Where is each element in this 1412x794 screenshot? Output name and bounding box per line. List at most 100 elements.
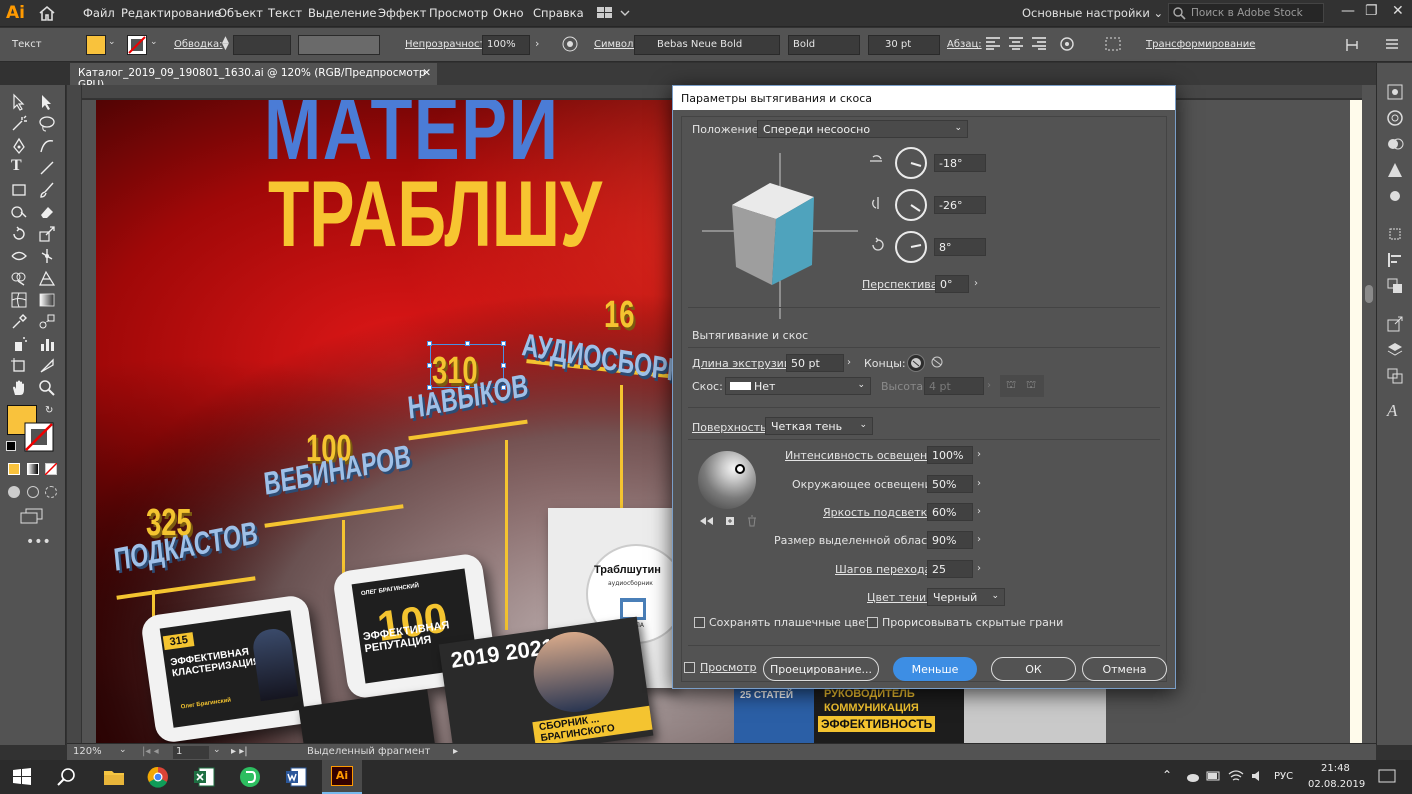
edit-toolbar-icon[interactable]: ••• xyxy=(26,534,51,550)
font-style-field[interactable]: Bold xyxy=(788,35,860,55)
excel-icon[interactable] xyxy=(192,765,216,789)
properties-icon[interactable] xyxy=(1386,83,1404,101)
transform-icon[interactable] xyxy=(1386,225,1404,243)
magic-wand-tool-icon[interactable] xyxy=(10,115,28,133)
selection-handle[interactable] xyxy=(501,341,506,346)
chrome-icon[interactable] xyxy=(146,765,170,789)
swap-colors-icon[interactable]: ↻ xyxy=(45,405,53,416)
tablet-mockup[interactable]: 315 ЭФФЕКТИВНАЯ КЛАСТЕРИЗАЦИЯ Олег Браги… xyxy=(139,593,325,743)
vertical-ruler[interactable] xyxy=(67,85,82,745)
scale-tool-icon[interactable] xyxy=(38,225,56,243)
selection-handle[interactable] xyxy=(427,341,432,346)
rotate-z-field[interactable]: 8° xyxy=(934,238,986,256)
workspace-switcher[interactable]: Основные настройки ⌄ xyxy=(1022,6,1163,20)
menu-type[interactable]: Текст xyxy=(268,6,302,20)
panel-menu-icon[interactable] xyxy=(1385,38,1399,50)
type-tool-icon[interactable]: T xyxy=(11,157,29,175)
clock-time[interactable]: 21:48 xyxy=(1321,763,1350,774)
menu-object[interactable]: Объект xyxy=(218,6,263,20)
extrude-depth-slider-button[interactable]: › xyxy=(844,354,858,372)
blend-tool-icon[interactable] xyxy=(38,313,56,331)
puppet-warp-tool-icon[interactable] xyxy=(38,247,56,265)
cancel-button[interactable]: Отмена xyxy=(1082,657,1167,681)
maximize-button[interactable]: ❐ xyxy=(1365,3,1378,19)
rotation-cube-preview[interactable] xyxy=(702,153,858,319)
character-panel-icon[interactable]: A xyxy=(1387,401,1397,421)
input-language[interactable]: РУС xyxy=(1274,771,1293,782)
artboard-tool-icon[interactable] xyxy=(10,357,28,375)
illustrator-taskbar-button[interactable]: Ai xyxy=(322,760,362,794)
file-explorer-icon[interactable] xyxy=(102,765,126,789)
align-left-icon[interactable] xyxy=(985,36,1001,50)
fill-swatch[interactable] xyxy=(86,35,106,55)
stroke-profile-field[interactable] xyxy=(298,35,380,55)
selection-handle[interactable] xyxy=(501,363,506,368)
artboards-icon[interactable] xyxy=(1386,367,1404,385)
menu-edit[interactable]: Редактирование xyxy=(121,6,221,20)
fewer-options-button[interactable]: Меньше xyxy=(893,657,977,681)
onedrive-icon[interactable] xyxy=(1184,770,1200,784)
surface-select[interactable]: Четкая тень ⌄ xyxy=(765,417,873,435)
ambient-light-slider-button[interactable]: › xyxy=(974,475,988,493)
shape-builder-tool-icon[interactable] xyxy=(10,269,28,287)
align-right-icon[interactable] xyxy=(1031,36,1047,50)
perspective-field[interactable]: 0° xyxy=(935,275,969,293)
blend-steps-field[interactable]: 25 xyxy=(927,560,973,578)
color-mode-icon[interactable] xyxy=(8,463,20,475)
show-hidden-icons[interactable]: ⌃ xyxy=(1162,768,1172,782)
dialog-title[interactable]: Параметры вытягивания и скоса xyxy=(673,86,1175,110)
lighting-sphere[interactable] xyxy=(698,451,756,509)
screen-mode-icon[interactable] xyxy=(20,508,44,524)
arrange-documents-icon[interactable] xyxy=(597,7,631,19)
selection-tool-icon[interactable] xyxy=(10,93,28,111)
direct-selection-tool-icon[interactable] xyxy=(38,93,56,111)
draw-behind-icon[interactable] xyxy=(27,486,39,498)
curvature-tool-icon[interactable] xyxy=(38,137,56,155)
new-light-icon[interactable] xyxy=(724,515,736,527)
line-tool-icon[interactable] xyxy=(38,159,56,177)
paintbrush-tool-icon[interactable] xyxy=(38,181,56,199)
rotate-tool-icon[interactable] xyxy=(10,225,28,243)
move-light-back-icon[interactable] xyxy=(698,515,716,527)
stepper-icon[interactable]: ▲ ▼ xyxy=(222,36,229,52)
default-colors-icon[interactable] xyxy=(6,441,16,451)
font-family-field[interactable]: Bebas Neue Bold xyxy=(634,35,780,55)
menu-window[interactable]: Окно xyxy=(493,6,524,20)
artwork-title-line2[interactable]: ТРАБЛШУ xyxy=(268,160,602,268)
brightness-icon[interactable] xyxy=(1386,187,1404,205)
preserve-spot-colors-checkbox[interactable] xyxy=(694,617,705,628)
font-size-field[interactable]: 30 pt xyxy=(868,35,940,55)
home-icon[interactable] xyxy=(38,5,56,21)
delete-light-icon[interactable] xyxy=(746,515,758,527)
minimize-button[interactable]: — xyxy=(1341,3,1355,19)
draw-normal-icon[interactable] xyxy=(8,486,20,498)
ok-button[interactable]: ОК xyxy=(991,657,1076,681)
rotate-y-dial[interactable] xyxy=(895,189,927,221)
eyedropper-tool-icon[interactable] xyxy=(10,313,28,331)
height-field[interactable]: 4 pt xyxy=(924,377,984,395)
align-icon[interactable] xyxy=(1386,251,1404,269)
extrude-depth-field[interactable]: 50 pt xyxy=(786,354,844,372)
column-graph-tool-icon[interactable] xyxy=(38,335,56,353)
align-center-icon[interactable] xyxy=(1008,36,1024,50)
selection-handle[interactable] xyxy=(465,341,470,346)
bevel-direction-buttons[interactable]: ⛫ ⛫ xyxy=(1000,375,1044,397)
graphic-styles-icon[interactable] xyxy=(1386,161,1404,179)
chevron-down-icon[interactable]: ⌄ xyxy=(150,37,158,47)
evernote-icon[interactable] xyxy=(238,765,262,789)
zoom-tool-icon[interactable] xyxy=(38,379,56,397)
pathfinder-icon[interactable] xyxy=(1386,277,1404,295)
none-mode-icon[interactable] xyxy=(45,463,57,475)
next-artboard-button[interactable]: ▸ ▸| xyxy=(231,746,248,757)
appearance-icon[interactable] xyxy=(1386,135,1404,153)
puppet-warp-icon[interactable] xyxy=(1058,36,1076,52)
windows-start-icon[interactable] xyxy=(10,765,34,789)
lasso-tool-icon[interactable] xyxy=(38,115,56,133)
chevron-right-icon[interactable]: › xyxy=(535,37,539,50)
highlight-intensity-field[interactable]: 60% xyxy=(927,503,973,521)
perspective-slider-button[interactable]: › xyxy=(971,275,985,293)
wifi-icon[interactable] xyxy=(1228,768,1244,784)
ambient-light-field[interactable]: 50% xyxy=(927,475,973,493)
bevel-out-icon[interactable]: ⛫ xyxy=(1006,378,1016,393)
transform-link[interactable]: Трансформирование xyxy=(1146,39,1255,50)
